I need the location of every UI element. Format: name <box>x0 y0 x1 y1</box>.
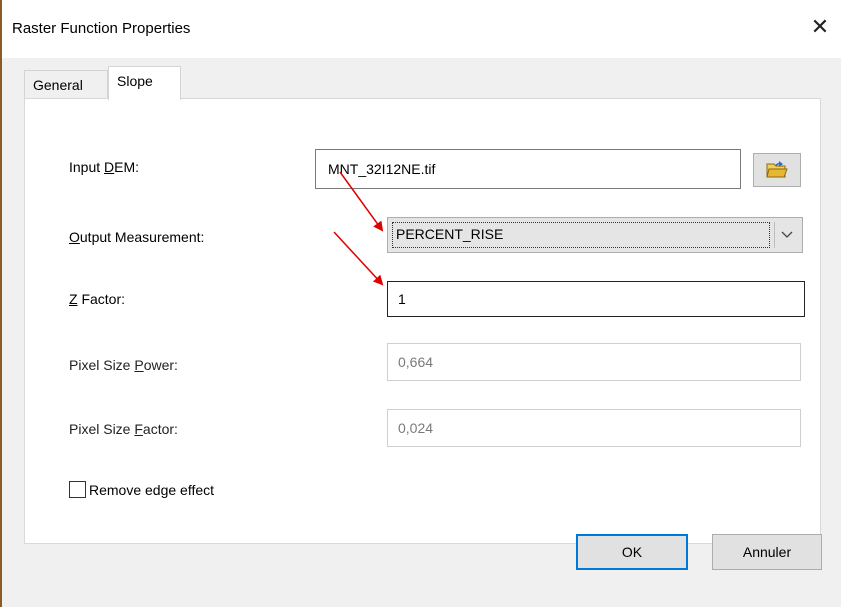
raster-function-properties-dialog: Raster Function Properties ✕ General Slo… <box>0 0 841 607</box>
tab-slope-label: Slope <box>117 73 153 89</box>
slope-tab-panel: Input DEM: MNT_32I12NE.tif Output Measur… <box>24 98 821 544</box>
remove-edge-effect-label: Remove edge effect <box>89 481 215 498</box>
ok-button-label: OK <box>621 544 643 560</box>
z-factor-value: 1 <box>398 291 406 307</box>
browse-dem-button[interactable] <box>753 153 801 187</box>
folder-open-icon <box>766 161 788 178</box>
tab-slope[interactable]: Slope <box>108 66 181 100</box>
output-measurement-label: Output Measurement: <box>69 229 205 245</box>
pixel-size-power-label: Pixel Size Power: <box>69 357 178 373</box>
z-factor-field[interactable]: 1 <box>387 281 805 317</box>
pixel-size-power-value: 0,664 <box>398 354 434 370</box>
input-dem-field[interactable]: MNT_32I12NE.tif <box>315 149 741 189</box>
pixel-size-power-field: 0,664 <box>387 343 801 381</box>
close-button[interactable]: ✕ <box>807 14 833 40</box>
ok-button[interactable]: OK <box>576 534 688 570</box>
dialog-body: General Slope Input DEM: MNT_32I12NE.tif <box>2 58 841 607</box>
pixel-size-factor-value: 0,024 <box>398 420 434 436</box>
dropdown-divider <box>774 222 775 248</box>
output-measurement-dropdown[interactable]: PERCENT_RISE <box>387 217 803 253</box>
pixel-size-factor-label: Pixel Size Factor: <box>69 421 178 437</box>
remove-edge-effect-checkbox[interactable] <box>69 481 86 498</box>
chevron-down-icon <box>781 231 793 238</box>
tab-general[interactable]: General <box>24 70 108 98</box>
tab-general-label: General <box>33 77 83 93</box>
cancel-button[interactable]: Annuler <box>712 534 822 570</box>
output-measurement-value: PERCENT_RISE <box>392 222 770 248</box>
input-dem-label: Input DEM: <box>69 159 140 175</box>
title-bar: Raster Function Properties ✕ <box>2 0 841 58</box>
cancel-button-label: Annuler <box>742 544 792 560</box>
remove-edge-effect-option[interactable]: Remove edge effect <box>69 481 214 498</box>
input-dem-value: MNT_32I12NE.tif <box>328 161 436 177</box>
z-factor-label: Z Factor: <box>69 291 126 307</box>
dialog-title: Raster Function Properties <box>12 20 191 37</box>
pixel-size-factor-field: 0,024 <box>387 409 801 447</box>
close-icon: ✕ <box>810 14 830 39</box>
